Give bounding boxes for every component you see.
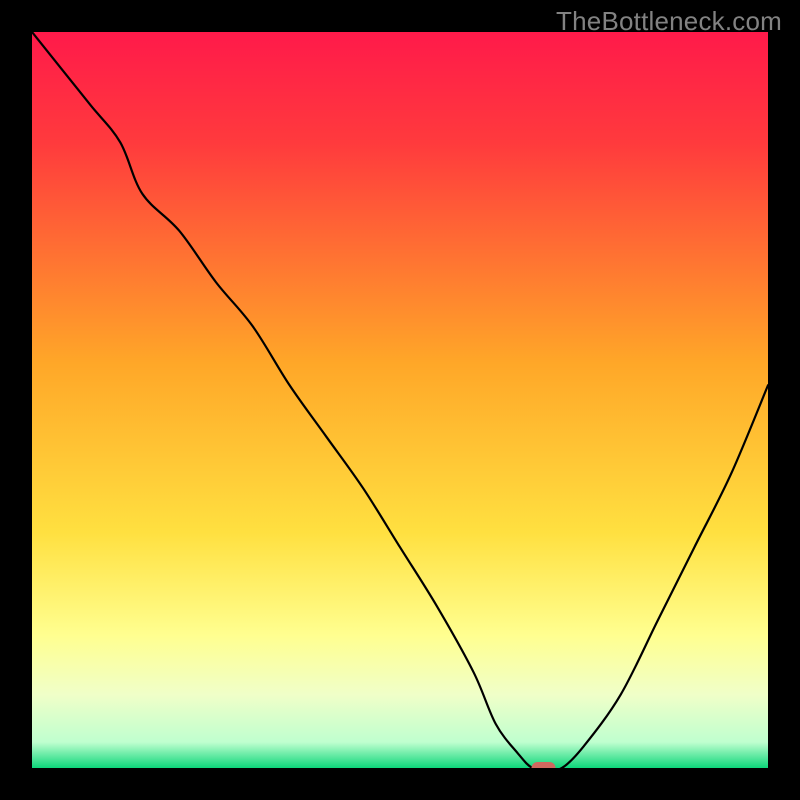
chart-frame: TheBottleneck.com [0, 0, 800, 800]
attribution-text: TheBottleneck.com [556, 6, 782, 37]
optimal-marker [532, 762, 556, 768]
plot-svg [32, 32, 768, 768]
gradient-rect [32, 32, 768, 768]
plot-area [32, 32, 768, 768]
